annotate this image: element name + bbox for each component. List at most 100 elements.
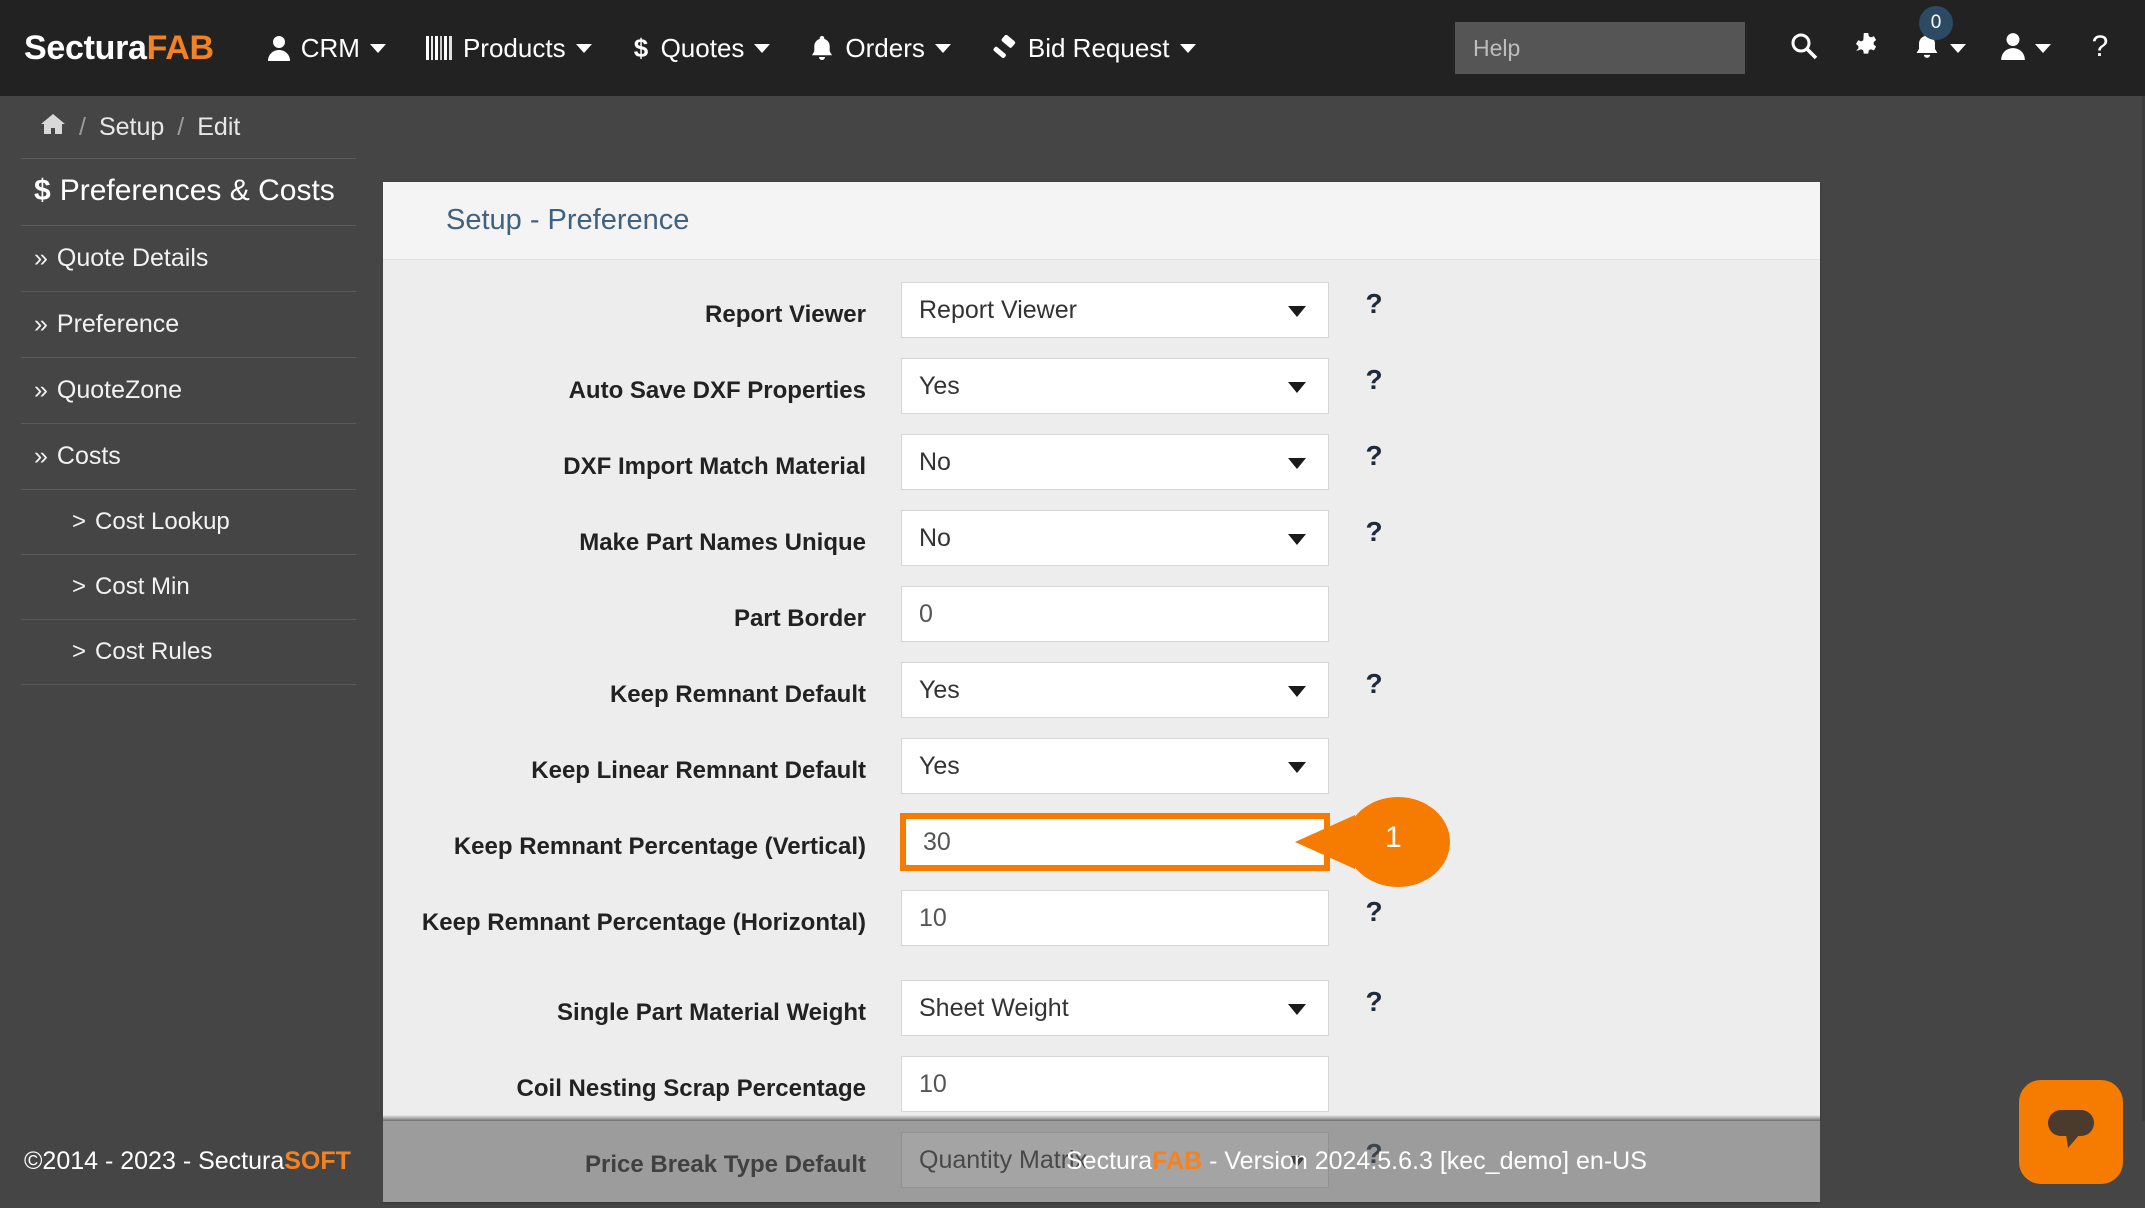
sidebar-item-label: Cost Lookup — [95, 508, 230, 535]
form-row-keep-remnant-percentage-vertical: Keep Remnant Percentage (Vertical) 30 1 — [383, 814, 1820, 890]
dollar-icon: $ — [632, 34, 650, 62]
chevron-down-icon — [1288, 306, 1306, 317]
keep-linear-remnant-default-select[interactable]: Yes — [901, 738, 1329, 794]
notifications-button[interactable]: 0 — [1897, 0, 1983, 96]
form-row-keep-linear-remnant-default: Keep Linear Remnant Default Yes — [383, 738, 1820, 814]
single-part-material-weight-select[interactable]: Sheet Weight — [901, 980, 1329, 1036]
sidebar-item-cost-rules[interactable]: >Cost Rules — [21, 620, 356, 685]
breadcrumb-item-edit[interactable]: Edit — [197, 113, 240, 142]
home-icon[interactable] — [40, 112, 66, 143]
top-navbar: SecturaFAB CRM Products $ Quotes Orders — [0, 0, 2145, 96]
keep-remnant-default-select[interactable]: Yes — [901, 662, 1329, 718]
footer: ©2014 - 2023 - SecturaSOFT SecturaFAB - … — [0, 1121, 2145, 1202]
help-button[interactable]: ? — [2069, 0, 2131, 96]
gavel-icon — [991, 35, 1017, 61]
keep-remnant-percentage-horizontal-input[interactable]: 10 — [901, 890, 1329, 946]
sidebar-item-label: Preference — [57, 310, 179, 338]
chat-widget-button[interactable] — [2019, 1080, 2123, 1184]
chevron-right-icon: > — [72, 638, 86, 665]
user-icon — [268, 35, 290, 61]
nav-item-orders[interactable]: Orders — [790, 0, 970, 96]
auto-save-dxf-properties-select[interactable]: Yes — [901, 358, 1329, 414]
part-border-input[interactable]: 0 — [901, 586, 1329, 642]
dxf-import-match-material-select[interactable]: No — [901, 434, 1329, 490]
nav-item-quotes[interactable]: $ Quotes — [612, 0, 791, 96]
footer-version: SecturaFAB - Version 2024.5.6.3 [kec_dem… — [1066, 1147, 1647, 1176]
callout-number: 1 — [1385, 821, 1402, 855]
nav-item-crm[interactable]: CRM — [248, 0, 406, 96]
field-control: Yes — [901, 738, 1329, 794]
chevron-down-icon — [1288, 382, 1306, 393]
field-control: 10 — [901, 890, 1329, 946]
footer-shadow — [383, 1115, 1820, 1121]
sidebar-item-quote-details[interactable]: »Quote Details — [21, 226, 356, 292]
sidebar: / Setup / Edit $Preferences & Costs »Quo… — [0, 96, 383, 1202]
user-menu-button[interactable] — [1983, 0, 2069, 96]
double-chevron-icon: » — [34, 376, 48, 404]
field-control: 30 1 — [901, 814, 1329, 870]
preference-card: Setup - Preference Report Viewer Report … — [383, 182, 1820, 1202]
make-part-names-unique-select[interactable]: No — [901, 510, 1329, 566]
dollar-icon: $ — [34, 174, 51, 207]
sidebar-heading-label: Preferences & Costs — [60, 174, 335, 207]
field-help-icon[interactable]: ? — [1329, 434, 1419, 472]
brand-logo[interactable]: SecturaFAB — [24, 29, 214, 68]
double-chevron-icon: » — [34, 244, 48, 272]
chevron-down-icon — [370, 44, 386, 53]
field-control: Yes — [901, 358, 1329, 414]
sidebar-item-cost-min[interactable]: > Cost Min — [21, 555, 356, 620]
sidebar-item-cost-lookup[interactable]: >Cost Lookup — [21, 490, 356, 555]
chevron-down-icon — [576, 44, 592, 53]
report-viewer-select[interactable]: Report Viewer — [901, 282, 1329, 338]
field-help-icon[interactable]: ? — [1329, 662, 1419, 700]
chevron-down-icon — [2035, 44, 2051, 53]
sidebar-heading: $ Preferences & Costs — [21, 158, 356, 226]
sidebar-item-preference[interactable]: »Preference — [21, 292, 356, 358]
selected-value: Yes — [919, 372, 960, 401]
svg-text:$: $ — [633, 34, 648, 62]
search-button[interactable] — [1773, 0, 1835, 96]
barcode-icon — [426, 36, 452, 60]
chevron-down-icon — [1288, 534, 1306, 545]
settings-button[interactable] — [1835, 0, 1897, 96]
footer-version-text: - Version 2024.5.6.3 [kec_demo] en-US — [1202, 1147, 1647, 1175]
selected-value: No — [919, 524, 951, 553]
bell-icon — [810, 35, 834, 62]
brand-logo-first: Sectura — [24, 29, 147, 67]
page-title: Setup - Preference — [446, 204, 689, 237]
chevron-right-icon: > — [72, 573, 86, 600]
form-row-keep-remnant-default: Keep Remnant Default Yes ? — [383, 662, 1820, 738]
footer-copyright-text: ©2014 - 2023 - Sectura — [24, 1147, 284, 1176]
sidebar-item-costs[interactable]: »Costs — [21, 424, 356, 490]
nav-item-crm-label: CRM — [301, 33, 360, 64]
form-row-single-part-material-weight: Single Part Material Weight Sheet Weight… — [383, 980, 1820, 1056]
field-help-icon[interactable]: ? — [1329, 890, 1419, 928]
sidebar-item-quotezone[interactable]: »QuoteZone — [21, 358, 356, 424]
user-icon — [2001, 32, 2025, 65]
field-help-icon[interactable]: ? — [1329, 980, 1419, 1018]
field-label: Single Part Material Weight — [383, 980, 901, 1029]
chevron-down-icon — [754, 44, 770, 53]
help-input[interactable] — [1455, 22, 1745, 74]
breadcrumb-item-setup[interactable]: Setup — [99, 113, 164, 142]
form-row-make-part-names-unique: Make Part Names Unique No ? — [383, 510, 1820, 586]
form-row-auto-save-dxf-properties: Auto Save DXF Properties Yes ? — [383, 358, 1820, 434]
selected-value: Sheet Weight — [919, 994, 1069, 1023]
nav-item-products[interactable]: Products — [406, 0, 612, 96]
field-control: 10 — [901, 1056, 1329, 1112]
coil-nesting-scrap-percentage-input[interactable]: 10 — [901, 1056, 1329, 1112]
notification-badge: 0 — [1919, 6, 1953, 40]
nav-item-quotes-label: Quotes — [661, 33, 745, 64]
sidebar-item-label: Cost Min — [95, 573, 190, 600]
field-help-icon[interactable]: ? — [1329, 510, 1419, 548]
field-help-icon[interactable]: ? — [1329, 358, 1419, 396]
field-control: No — [901, 434, 1329, 490]
nav-item-bid-request-label: Bid Request — [1028, 33, 1170, 64]
field-label: Part Border — [383, 586, 901, 635]
double-chevron-icon: » — [34, 442, 48, 470]
nav-item-bid-request[interactable]: Bid Request — [971, 0, 1216, 96]
form-row-report-viewer: Report Viewer Report Viewer ? — [383, 282, 1820, 358]
chevron-down-icon — [1288, 1004, 1306, 1015]
field-help-icon[interactable]: ? — [1329, 282, 1419, 320]
keep-remnant-percentage-vertical-input[interactable]: 30 — [901, 814, 1329, 870]
